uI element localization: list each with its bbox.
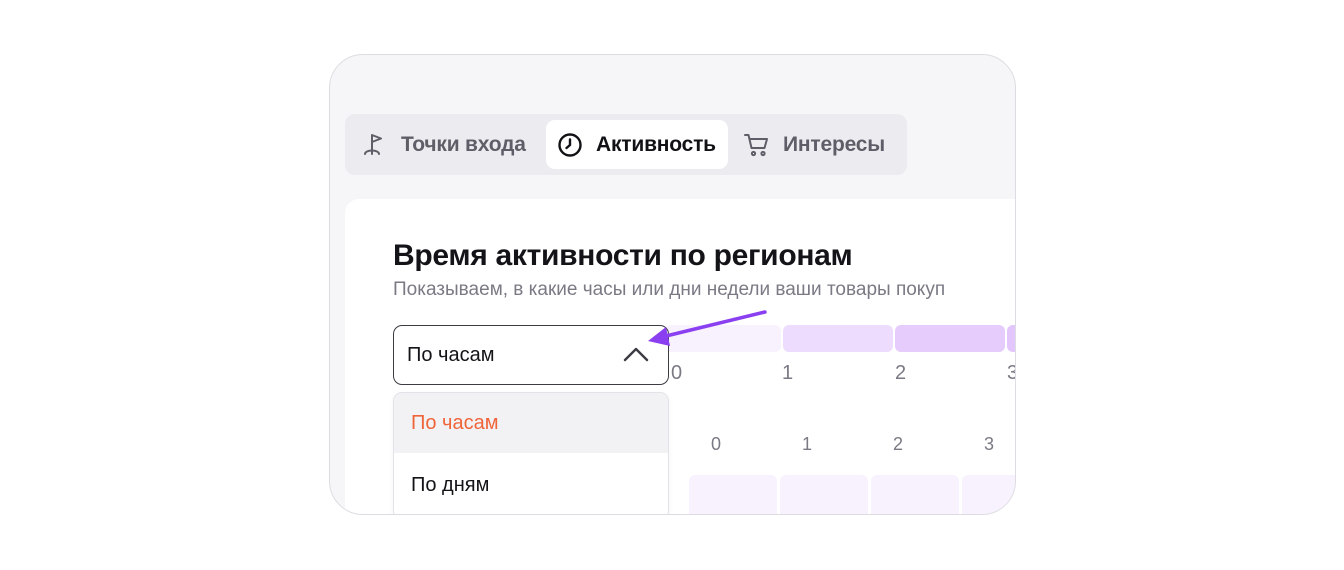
clock-icon (556, 131, 584, 159)
tab-entry-points-label: Точки входа (401, 132, 526, 156)
axis-top-label: 1 (782, 362, 794, 384)
shopping-cart-icon (743, 131, 771, 159)
golf-flag-icon (361, 131, 389, 159)
heat-bar (783, 325, 893, 352)
tab-entry-points[interactable]: Точки входа (361, 120, 526, 169)
heatmap-cell (780, 475, 868, 514)
period-dropdown: По часам По дням (393, 392, 669, 514)
tab-activity[interactable]: Активность (546, 120, 728, 169)
period-select[interactable]: По часам (393, 325, 669, 385)
heatmap-cell (689, 475, 777, 514)
heat-bar (1007, 325, 1015, 352)
activity-card: Время активности по регионам Показываем,… (345, 199, 1015, 514)
heatmap-cell (871, 475, 959, 514)
axis-top-label: 3 (1007, 362, 1015, 385)
axis-bottom-label: 0 (711, 434, 722, 454)
axis-bottom-label: 3 (984, 434, 995, 454)
axis-top-label: 0 (671, 362, 683, 384)
axis-bottom-label: 1 (802, 434, 813, 454)
card-subtitle: Показываем, в какие часы или дни недели … (393, 279, 946, 300)
select-value: По часам (407, 344, 495, 366)
app-frame: Точки входа Активность Интересы Время ак… (329, 54, 1016, 515)
tab-interests[interactable]: Интересы (743, 120, 885, 169)
option-by-days[interactable]: По дням (394, 455, 668, 514)
callout-arrow (648, 310, 767, 346)
heatmap-cell (962, 475, 1015, 514)
axis-bottom-label: 2 (893, 434, 904, 454)
axis-top-label: 2 (895, 362, 907, 384)
option-by-hours[interactable]: По часам (394, 393, 668, 453)
tab-activity-label: Активность (596, 132, 716, 156)
card-title: Время активности по регионам (393, 239, 853, 272)
tab-bar: Точки входа Активность Интересы (345, 114, 907, 175)
heat-bar (895, 325, 1005, 352)
tab-interests-label: Интересы (783, 132, 885, 156)
